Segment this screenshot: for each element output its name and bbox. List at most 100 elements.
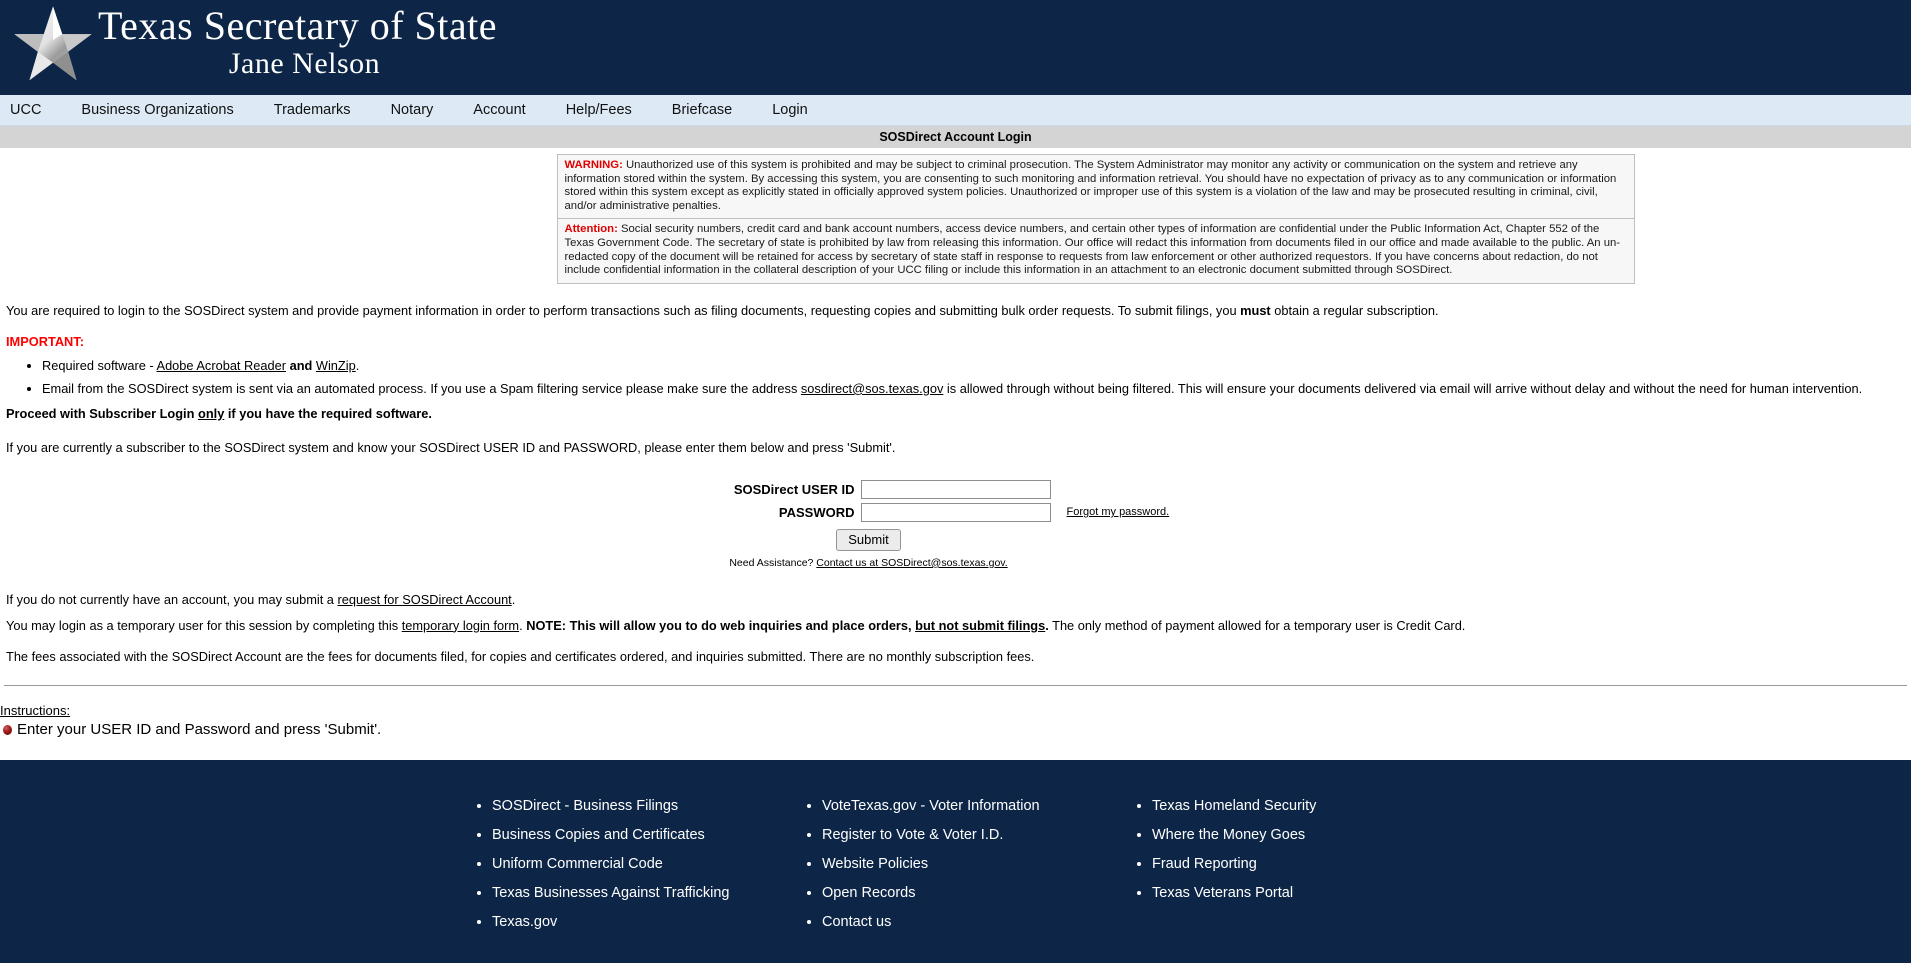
list-item: Texas Homeland Security <box>1152 792 1460 821</box>
red-bullet-icon <box>3 724 12 735</box>
site-footer: SOSDirect - Business Filings Business Co… <box>0 759 1911 963</box>
userid-input[interactable] <box>860 479 1051 499</box>
requirements-list: Required software - Adobe Acrobat Reader… <box>4 358 1907 397</box>
nav-item-briefcase[interactable]: Briefcase <box>672 102 752 118</box>
section-divider <box>4 684 1907 686</box>
footer-link-business-copies-certificates[interactable]: Business Copies and Certificates <box>492 827 705 843</box>
bullet1-suffix: . <box>355 357 360 373</box>
footer-column-1: SOSDirect - Business Filings Business Co… <box>470 792 800 937</box>
list-item: Texas Businesses Against Trafficking <box>492 879 800 908</box>
temporary-login-paragraph: You may login as a temporary user for th… <box>4 618 1907 634</box>
proceed-only: only <box>198 405 225 421</box>
brand-text: Texas Secretary of State Jane Nelson <box>98 2 497 80</box>
instructions-heading: Instructions: <box>0 702 71 718</box>
intro-text-1: You are required to login to the SOSDire… <box>6 302 1241 318</box>
footer-link-register-to-vote[interactable]: Register to Vote & Voter I.D. <box>822 827 1003 843</box>
intro-must: must <box>1240 302 1271 318</box>
list-item: Required software - Adobe Acrobat Reader… <box>42 358 1907 374</box>
footer-link-texas-businesses-against-trafficking[interactable]: Texas Businesses Against Trafficking <box>492 885 730 901</box>
nav-item-account[interactable]: Account <box>473 102 545 118</box>
warning-label: WARNING: <box>564 159 623 171</box>
submit-button[interactable]: Submit <box>836 528 901 551</box>
list-item: Enter your USER ID and Password and pres… <box>3 720 1907 740</box>
nav-item-login[interactable]: Login <box>772 102 827 118</box>
nav-item-help-fees[interactable]: Help/Fees <box>566 102 652 118</box>
site-header: Texas Secretary of State Jane Nelson <box>0 0 1911 95</box>
footer-link-uniform-commercial-code[interactable]: Uniform Commercial Code <box>492 856 663 872</box>
footer-link-texas-veterans-portal[interactable]: Texas Veterans Portal <box>1152 885 1293 901</box>
notices: WARNING: Unauthorized use of this system… <box>277 154 1635 284</box>
warning-notice: WARNING: Unauthorized use of this system… <box>556 154 1635 220</box>
winzip-link[interactable]: WinZip <box>316 358 356 373</box>
login-form: SOSDirect USER ID PASSWORD Forgot my pas… <box>4 479 1907 569</box>
important-label: IMPORTANT: <box>6 333 84 349</box>
nav-item-notary[interactable]: Notary <box>391 102 454 118</box>
list-item: Where the Money Goes <box>1152 821 1460 850</box>
footer-link-fraud-reporting[interactable]: Fraud Reporting <box>1152 856 1257 872</box>
forgot-password-link[interactable]: Forgot my password. <box>1067 506 1170 518</box>
footer-link-where-the-money-goes[interactable]: Where the Money Goes <box>1152 827 1305 843</box>
contact-us-link[interactable]: Contact us at SOSDirect@sos.texas.gov. <box>816 557 1007 569</box>
footer-link-texas-homeland-security[interactable]: Texas Homeland Security <box>1152 798 1316 814</box>
adobe-acrobat-reader-link[interactable]: Adobe Acrobat Reader <box>157 358 286 373</box>
intro-paragraph: You are required to login to the SOSDire… <box>4 303 1907 319</box>
nav-item-business-organizations[interactable]: Business Organizations <box>81 102 253 118</box>
forgot-password-cell: Forgot my password. <box>1051 506 1231 518</box>
temp-prefix: You may login as a temporary user for th… <box>6 617 402 633</box>
no-account-prefix: If you do not currently have an account,… <box>6 591 338 607</box>
no-account-paragraph: If you do not currently have an account,… <box>4 592 1907 608</box>
email-text-suffix: is allowed through without being filtere… <box>943 380 1863 396</box>
brand: Texas Secretary of State Jane Nelson <box>10 2 497 87</box>
userid-label: SOSDirect USER ID <box>733 481 855 497</box>
list-item: Open Records <box>822 879 1130 908</box>
nav-item-ucc[interactable]: UCC <box>10 102 61 118</box>
texas-star-logo <box>14 6 92 81</box>
required-software-prefix: Required software - <box>42 357 157 373</box>
fees-paragraph: The fees associated with the SOSDirect A… <box>6 648 1035 664</box>
nav-item-trademarks[interactable]: Trademarks <box>274 102 371 118</box>
email-text-prefix: Email from the SOSDirect system is sent … <box>42 380 801 396</box>
footer-link-contact-us[interactable]: Contact us <box>822 914 891 930</box>
warning-text: Unauthorized use of this system is prohi… <box>564 159 1617 212</box>
sosdirect-email-link[interactable]: sosdirect@sos.texas.gov <box>801 381 943 396</box>
instruction-text: Enter your USER ID and Password and pres… <box>17 720 382 738</box>
site-title: Texas Secretary of State <box>98 3 498 48</box>
footer-link-sosdirect-business-filings[interactable]: SOSDirect - Business Filings <box>492 798 678 814</box>
assistance-row: Need Assistance? Contact us at SOSDirect… <box>4 557 1907 569</box>
temp-suffix: The only method of payment allowed for a… <box>1048 617 1466 633</box>
attention-text: Social security numbers, credit card and… <box>564 223 1621 277</box>
intro-text-2: obtain a regular subscription. <box>1270 302 1439 318</box>
list-item: Email from the SOSDirect system is sent … <box>42 381 1907 397</box>
list-item: VoteTexas.gov - Voter Information <box>822 792 1130 821</box>
list-item: Register to Vote & Voter I.D. <box>822 821 1130 850</box>
no-account-suffix: . <box>511 591 516 607</box>
instructions-list: Enter your USER ID and Password and pres… <box>3 720 1907 740</box>
list-item: Texas.gov <box>492 908 800 937</box>
password-input[interactable] <box>860 502 1051 522</box>
footer-link-open-records[interactable]: Open Records <box>822 885 916 901</box>
proceed-paragraph: Proceed with Subscriber Login only if yo… <box>4 406 1907 422</box>
temp-note-bold: NOTE: This will allow you to do web inqu… <box>526 617 916 633</box>
subscriber-paragraph: If you are currently a subscriber to the… <box>6 439 896 455</box>
list-item: Fraud Reporting <box>1152 850 1460 879</box>
footer-columns: SOSDirect - Business Filings Business Co… <box>0 792 1911 937</box>
list-item: Contact us <box>822 908 1130 937</box>
main-navigation: UCC Business Organizations Trademarks No… <box>0 95 1911 126</box>
attention-label: Attention: <box>564 223 618 236</box>
footer-column-3: Texas Homeland Security Where the Money … <box>1130 792 1460 937</box>
password-row: PASSWORD Forgot my password. <box>4 502 1907 522</box>
footer-link-texas-gov[interactable]: Texas.gov <box>492 914 557 930</box>
list-item: SOSDirect - Business Filings <box>492 792 800 821</box>
temporary-login-form-link[interactable]: temporary login form <box>402 618 519 633</box>
main-content: You are required to login to the SOSDire… <box>0 303 1911 740</box>
footer-link-website-policies[interactable]: Website Policies <box>822 856 928 872</box>
footer-link-votetexas-gov[interactable]: VoteTexas.gov - Voter Information <box>822 798 1040 814</box>
submit-row: Submit <box>4 528 1907 551</box>
page-title: SOSDirect Account Login <box>0 126 1911 148</box>
password-label: PASSWORD <box>778 504 855 520</box>
list-item: Texas Veterans Portal <box>1152 879 1460 908</box>
request-account-link[interactable]: request for SOSDirect Account <box>337 592 511 607</box>
and-text: and <box>286 357 316 373</box>
temp-note-underline: but not submit filings <box>915 617 1046 633</box>
list-item: Business Copies and Certificates <box>492 821 800 850</box>
